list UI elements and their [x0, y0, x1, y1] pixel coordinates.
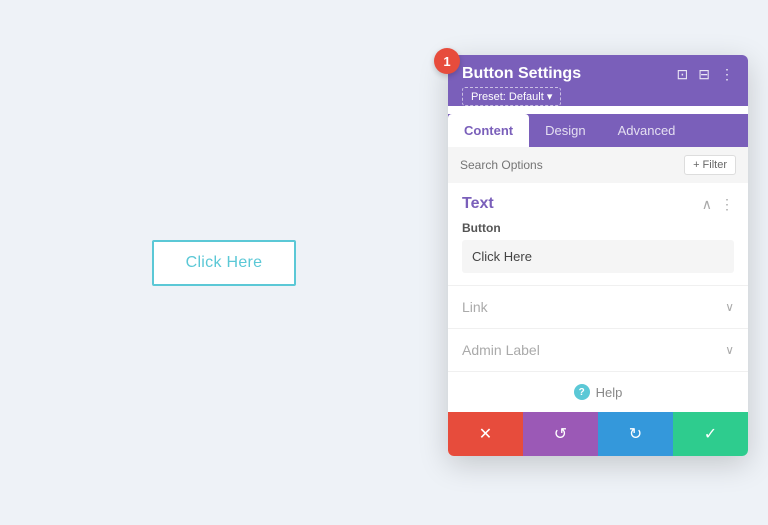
panel-header: Button Settings ⊡ ⊟ ⋮ Preset: Default ▾: [448, 55, 748, 106]
panel-body: + Filter Text ∧ ⋮ Button Link ∨ Admin La…: [448, 147, 748, 456]
help-icon: ?: [574, 384, 590, 400]
search-row: + Filter: [448, 147, 748, 183]
collapse-icon[interactable]: ∧: [702, 196, 712, 213]
filter-button[interactable]: + Filter: [684, 155, 736, 175]
bottom-bar: ✕ ↺ ↻ ✓: [448, 412, 748, 456]
panel-title: Button Settings: [462, 65, 581, 83]
redo-button[interactable]: ↻: [598, 412, 673, 456]
tab-advanced[interactable]: Advanced: [602, 114, 692, 147]
layout-icon[interactable]: ⊟: [698, 66, 710, 83]
settings-panel: Button Settings ⊡ ⊟ ⋮ Preset: Default ▾ …: [448, 55, 748, 456]
step-badge: 1: [434, 48, 460, 74]
panel-tabs: Content Design Advanced: [448, 114, 748, 147]
section-more-icon[interactable]: ⋮: [720, 196, 734, 213]
search-input[interactable]: [460, 158, 676, 172]
link-chevron-icon: ∨: [725, 300, 734, 314]
preset-dropdown[interactable]: Preset: Default ▾: [462, 87, 561, 106]
save-button[interactable]: ✓: [673, 412, 748, 456]
admin-label-chevron-icon: ∨: [725, 343, 734, 357]
cancel-button[interactable]: ✕: [448, 412, 523, 456]
section-title-text: Text: [462, 195, 494, 213]
section-controls: ∧ ⋮: [702, 196, 734, 213]
help-text: Help: [596, 385, 623, 400]
tab-content[interactable]: Content: [448, 114, 529, 147]
link-label: Link: [462, 299, 488, 315]
admin-label-text: Admin Label: [462, 342, 540, 358]
more-icon[interactable]: ⋮: [720, 66, 734, 83]
button-field-group: Button: [448, 221, 748, 285]
undo-button[interactable]: ↺: [523, 412, 598, 456]
tab-design[interactable]: Design: [529, 114, 601, 147]
resize-icon[interactable]: ⊡: [677, 66, 689, 83]
button-field-label: Button: [462, 221, 734, 235]
canvas-click-button[interactable]: Click Here: [152, 240, 297, 286]
admin-label-collapsible[interactable]: Admin Label ∨: [448, 328, 748, 371]
link-collapsible[interactable]: Link ∨: [448, 285, 748, 328]
button-text-input[interactable]: [462, 240, 734, 273]
panel-title-icons: ⊡ ⊟ ⋮: [677, 66, 734, 83]
help-row[interactable]: ? Help: [448, 371, 748, 412]
text-section-header: Text ∧ ⋮: [448, 183, 748, 221]
